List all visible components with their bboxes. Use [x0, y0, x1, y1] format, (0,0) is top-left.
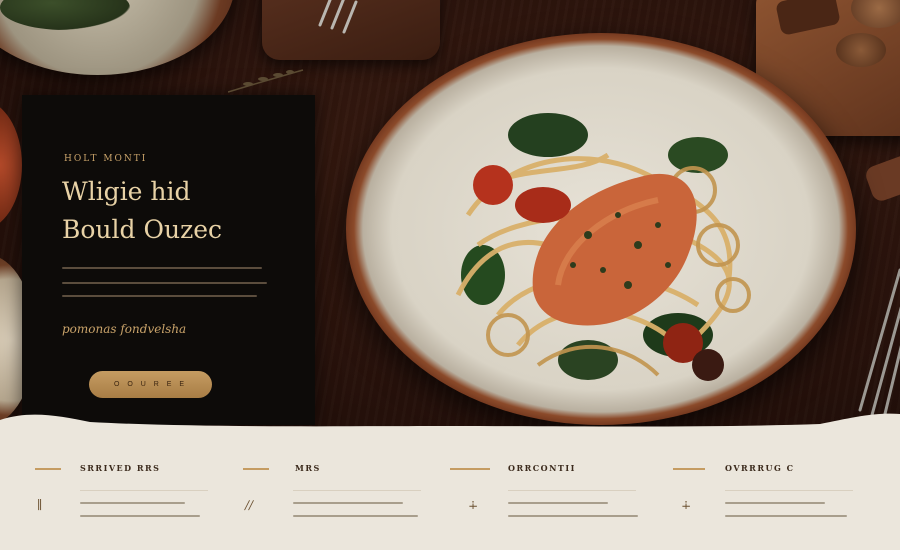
feature-text-line: [725, 515, 847, 517]
body-text-line: [62, 282, 267, 284]
side-plate: [0, 100, 22, 230]
accent-dash: [673, 468, 705, 470]
feature-icon: ∥: [37, 498, 43, 512]
accent-dash: [243, 468, 269, 470]
feature-text-line: [293, 502, 403, 504]
feature-item: MRS ∕∕: [243, 463, 433, 546]
feature-text-line: [80, 502, 185, 504]
feature-title: OVRRRUG C: [725, 463, 795, 473]
feature-icon: ∕∕: [245, 498, 254, 512]
feature-title: SRRIVED RRS: [80, 463, 161, 473]
script-tagline: pomonas fondvelsha: [62, 322, 187, 336]
pasta-plate: [346, 33, 856, 425]
feature-footer: SRRIVED RRS ∥ MRS ∕∕ ORRCONTII ∔ OVRRRUG…: [0, 408, 900, 550]
feature-text-line: [508, 515, 638, 517]
fork-icon: [858, 268, 900, 420]
feature-text-line: [725, 502, 825, 504]
fork-icon: [318, 0, 358, 34]
hero-section: HOLT MONTI Wligie hid Bould Ouzec pomona…: [0, 0, 900, 430]
feature-text-line: [293, 515, 418, 517]
accent-dash: [35, 468, 61, 470]
divider: [725, 490, 853, 491]
accent-dash: [450, 468, 490, 470]
divider: [508, 490, 636, 491]
page-title: Wligie hid Bould Ouzec: [62, 173, 302, 249]
headline-line: Bould Ouzec: [62, 215, 223, 244]
feature-icon: ∔: [681, 498, 692, 512]
divider: [80, 490, 208, 491]
body-text-line: [62, 267, 262, 269]
headline-line: Wligie hid: [62, 177, 191, 206]
feature-item: SRRIVED RRS ∥: [35, 463, 225, 546]
divider: [293, 490, 421, 491]
feature-text-line: [508, 502, 608, 504]
feature-text-line: [80, 515, 200, 517]
body-text-line: [62, 295, 257, 297]
feature-item: OVRRRUG C ∔: [673, 463, 863, 546]
feature-icon: ∔: [468, 498, 479, 512]
feature-title: ORRCONTII: [508, 463, 576, 473]
eyebrow-label: HOLT MONTI: [64, 154, 148, 164]
feature-item: ORRCONTII ∔: [450, 463, 640, 546]
utensil-handle: [863, 152, 900, 204]
pasta-dish-image: [455, 113, 751, 381]
greens-bowl: [0, 0, 235, 75]
cta-button[interactable]: O O U R E E: [89, 371, 212, 398]
hero-text-panel: HOLT MONTI Wligie hid Bould Ouzec pomona…: [22, 95, 315, 425]
feature-title: MRS: [295, 463, 321, 473]
herb-sprig-icon: [228, 69, 304, 93]
